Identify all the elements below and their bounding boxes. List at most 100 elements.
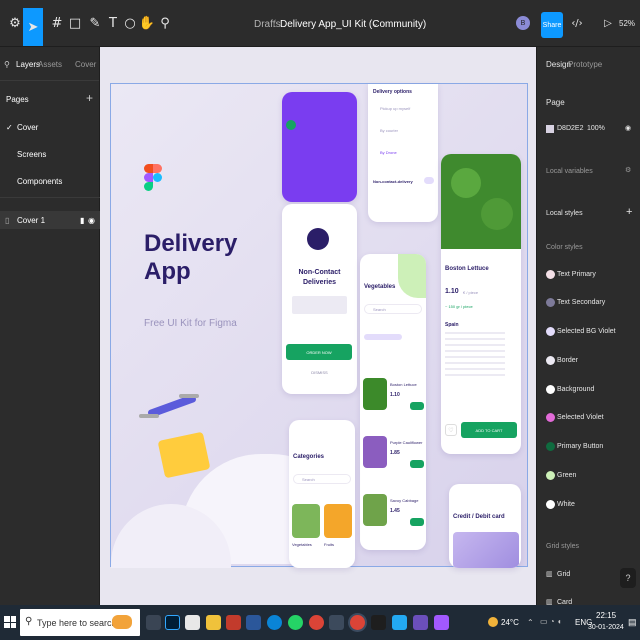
cover-frame[interactable]: Delivery App Free UI Kit for Figma Non-C… bbox=[110, 83, 528, 568]
add-to-cart-button[interactable] bbox=[410, 460, 424, 468]
option-courier[interactable]: By courier bbox=[380, 128, 398, 133]
add-to-cart-button[interactable] bbox=[410, 402, 424, 410]
clock-date[interactable]: 30-01-2024 bbox=[588, 624, 624, 631]
app-icon[interactable] bbox=[413, 615, 428, 630]
add-to-cart-button[interactable] bbox=[410, 518, 424, 526]
dev-mode-icon[interactable]: ‹/› bbox=[566, 12, 588, 34]
photoshop-icon[interactable] bbox=[165, 615, 180, 630]
page-item-screens[interactable]: Screens bbox=[17, 150, 46, 159]
clock-time[interactable]: 22:15 bbox=[596, 611, 616, 620]
zoom-level[interactable]: 52% bbox=[619, 19, 635, 28]
category-image-vegetables[interactable] bbox=[292, 504, 320, 538]
chrome-active-icon[interactable] bbox=[350, 615, 365, 630]
color-style-name[interactable]: Selected Violet bbox=[557, 414, 604, 421]
bg-hex[interactable]: D8D2E2 bbox=[557, 125, 583, 132]
vscode-icon[interactable] bbox=[392, 615, 407, 630]
color-style-name[interactable]: Background bbox=[557, 386, 594, 393]
tray-icons[interactable]: ▭ ◔ ◖ bbox=[540, 617, 562, 626]
pages-heading: Pages bbox=[6, 95, 29, 104]
order-now-button[interactable]: ORDER NOW bbox=[286, 344, 352, 360]
local-variables[interactable]: Local variables bbox=[546, 168, 593, 175]
color-style-name[interactable]: Primary Button bbox=[557, 443, 603, 450]
layer-name[interactable]: Cover 1 bbox=[17, 216, 45, 225]
variables-settings-icon[interactable]: ⚙ bbox=[625, 166, 631, 174]
product-image bbox=[363, 436, 387, 468]
app-icon[interactable] bbox=[226, 615, 241, 630]
color-swatch-text-secondary[interactable] bbox=[546, 298, 555, 307]
non-contact-title: Non-Contact Deliveries bbox=[282, 268, 357, 288]
color-swatch-selected-bg-violet[interactable] bbox=[546, 327, 555, 336]
chrome-icon[interactable] bbox=[309, 615, 324, 630]
file-name[interactable]: Delivery App_UI Kit (Community) bbox=[280, 19, 426, 30]
resources-icon[interactable]: ⚲ bbox=[154, 12, 176, 34]
chevron-down-icon[interactable]: ⌄ bbox=[372, 19, 379, 28]
present-icon[interactable]: ▷ bbox=[597, 12, 619, 34]
vegetables-card: Vegetables Search Boston Lettuce 1.10 Pu… bbox=[360, 254, 426, 550]
local-styles: Local styles bbox=[546, 210, 583, 217]
layer-row[interactable]: ▯ Cover 1 ▮ ◉ bbox=[0, 211, 100, 229]
breadcrumb-drafts[interactable]: Drafts bbox=[254, 19, 281, 30]
edge-icon[interactable] bbox=[267, 615, 282, 630]
tab-prototype[interactable]: Prototype bbox=[568, 60, 602, 69]
figma-taskbar-icon[interactable] bbox=[434, 615, 449, 630]
search-icon[interactable]: ⚲ bbox=[4, 60, 10, 69]
tab-assets[interactable]: Assets bbox=[38, 60, 62, 69]
task-view-icon[interactable] bbox=[146, 615, 161, 630]
color-swatch-primary-button[interactable] bbox=[546, 442, 555, 451]
bg-opacity[interactable]: 100% bbox=[587, 125, 605, 132]
add-to-cart-detail-button[interactable]: ADD TO CART bbox=[461, 422, 517, 438]
notification-icon[interactable]: ▤ bbox=[628, 617, 637, 628]
add-style-icon[interactable]: + bbox=[626, 206, 632, 218]
grid-style-name[interactable]: Grid bbox=[557, 571, 570, 578]
color-style-name[interactable]: Text Primary bbox=[557, 271, 596, 278]
color-swatch-selected-violet[interactable] bbox=[546, 413, 555, 422]
avatar[interactable]: B bbox=[516, 16, 530, 30]
page-selector[interactable]: Cover bbox=[75, 60, 96, 69]
share-button[interactable]: Share bbox=[541, 12, 563, 38]
color-style-name[interactable]: Border bbox=[557, 357, 578, 364]
color-swatch-white[interactable] bbox=[546, 500, 555, 509]
tab-layers[interactable]: Layers bbox=[16, 60, 40, 69]
non-contact-title-line2: Deliveries bbox=[302, 279, 337, 286]
app-icon[interactable] bbox=[371, 615, 386, 630]
move-tool-icon[interactable]: ➤ bbox=[23, 8, 43, 46]
category-image-fruits[interactable] bbox=[324, 504, 352, 538]
file-explorer-icon[interactable] bbox=[206, 615, 221, 630]
filter-chip-selected[interactable] bbox=[364, 334, 402, 340]
color-style-name[interactable]: White bbox=[557, 501, 575, 508]
heart-icon[interactable]: ♡ bbox=[445, 424, 457, 436]
color-swatch-text-primary[interactable] bbox=[546, 270, 555, 279]
shape-tool-icon[interactable]: □ bbox=[64, 12, 86, 34]
color-swatch-green[interactable] bbox=[546, 471, 555, 480]
option-drone[interactable]: By Drone bbox=[380, 150, 397, 155]
categories-search-input[interactable]: Search bbox=[293, 474, 351, 484]
color-style-name[interactable]: Green bbox=[557, 472, 576, 479]
option-pickup[interactable]: Pickup up myself bbox=[380, 106, 410, 111]
weather-temp[interactable]: 24°C bbox=[501, 618, 519, 627]
search-input[interactable]: Search bbox=[364, 304, 422, 314]
color-style-name[interactable]: Selected BG Violet bbox=[557, 328, 616, 335]
page-item-cover[interactable]: Cover bbox=[17, 123, 38, 132]
taskbar-search[interactable]: ⚲ Type here to search bbox=[20, 609, 140, 636]
add-page-icon[interactable]: + bbox=[86, 91, 93, 105]
toolbar: ⚙ ➤ # □ ✎ T ○ ✋ ⚲ Drafts / Delivery App_… bbox=[0, 0, 640, 47]
eye-icon[interactable]: ◉ bbox=[88, 216, 95, 225]
lock-icon[interactable]: ▮ bbox=[80, 216, 84, 225]
whatsapp-icon[interactable] bbox=[288, 615, 303, 630]
color-swatch-background[interactable] bbox=[546, 385, 555, 394]
canvas[interactable]: Delivery App Free UI Kit for Figma Non-C… bbox=[100, 47, 536, 605]
dismiss-link[interactable]: DISMISS bbox=[282, 370, 357, 375]
word-icon[interactable] bbox=[246, 615, 261, 630]
app-icon[interactable] bbox=[185, 615, 200, 630]
app-icon[interactable] bbox=[329, 615, 344, 630]
help-icon[interactable]: ? bbox=[620, 568, 636, 588]
payment-card-visual bbox=[453, 532, 519, 568]
color-style-name[interactable]: Text Secondary bbox=[557, 299, 605, 306]
color-swatch-border[interactable] bbox=[546, 356, 555, 365]
tray-chevron-icon[interactable]: ⌃ bbox=[527, 618, 534, 627]
bg-color-swatch[interactable] bbox=[546, 125, 554, 133]
windows-start-icon[interactable] bbox=[4, 616, 16, 628]
eye-icon[interactable]: ◉ bbox=[625, 124, 631, 132]
page-item-components[interactable]: Components bbox=[17, 177, 62, 186]
non-contact-toggle[interactable] bbox=[424, 177, 434, 184]
